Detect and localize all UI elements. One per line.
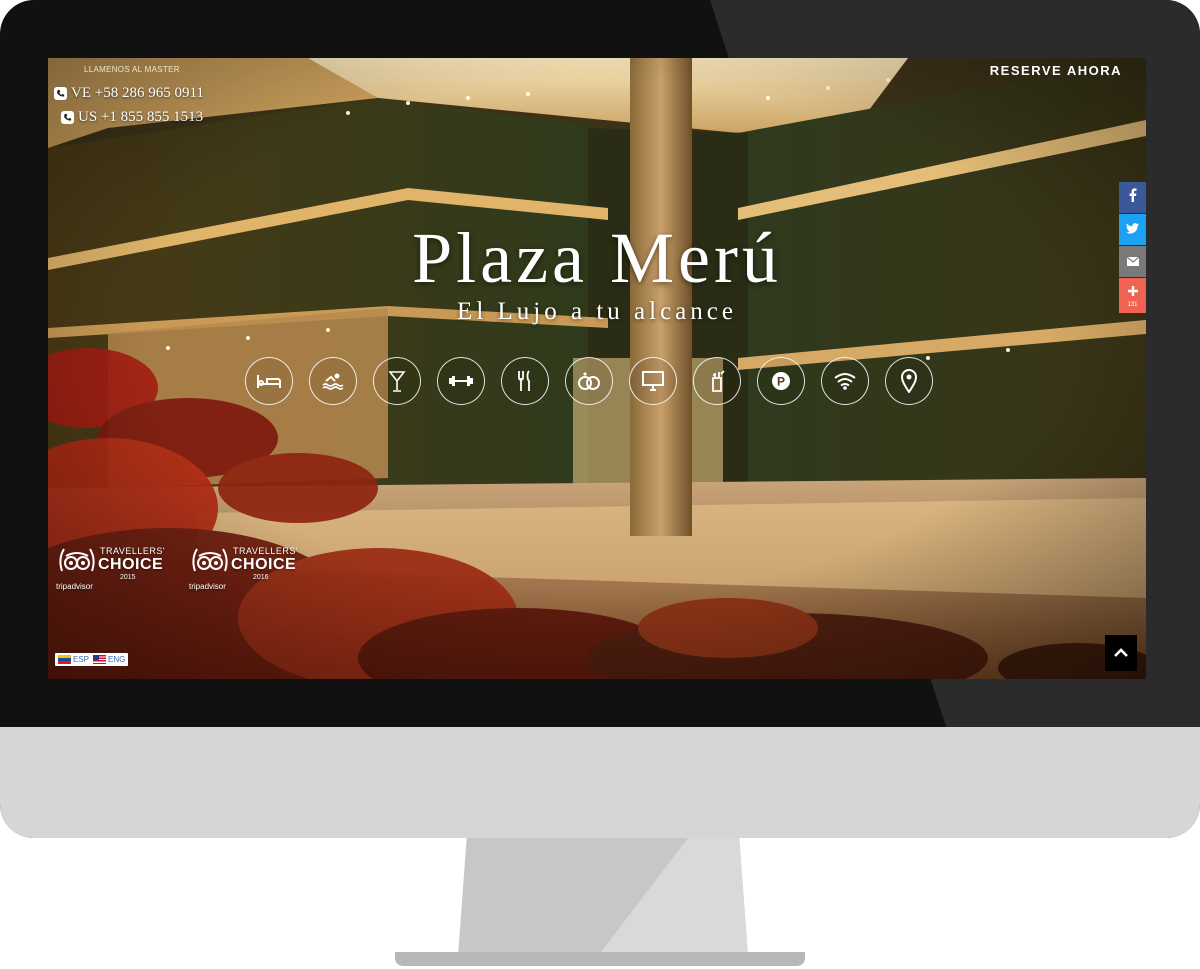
reserve-now-button[interactable]: RESERVE AHORA	[990, 63, 1122, 78]
computer-icon[interactable]	[629, 357, 677, 405]
wifi-icon[interactable]	[821, 357, 869, 405]
email-icon	[1126, 253, 1139, 271]
email-share-button[interactable]	[1119, 246, 1146, 277]
award-year: 2016	[253, 574, 269, 581]
award-line1: TRAVELLERS'	[233, 546, 299, 556]
tripadvisor-owl-icon	[192, 548, 228, 572]
phone-ve-text: VE +58 286 965 0911	[71, 85, 204, 101]
pool-icon[interactable]	[309, 357, 357, 405]
award-line2: CHOICE	[98, 556, 164, 573]
award-brand: tripadvisor	[56, 582, 93, 591]
facebook-share-button[interactable]	[1119, 182, 1146, 213]
phone-us-link[interactable]: US +1 855 855 1513	[61, 109, 203, 126]
language-eng[interactable]: ENG	[93, 655, 125, 664]
award-line1: TRAVELLERS'	[100, 546, 166, 556]
venezuela-flag-icon	[58, 655, 71, 664]
chevron-up-icon	[1114, 644, 1128, 662]
language-switcher: ESP ENG	[55, 653, 129, 666]
phone-icon	[54, 87, 67, 100]
language-eng-label: ENG	[108, 655, 126, 664]
website-screen: LLAMENOS AL MASTER VE +58 286 965 0911 U…	[48, 58, 1146, 679]
twitter-icon	[1126, 221, 1139, 239]
gym-icon[interactable]	[437, 357, 485, 405]
phone-ve-link[interactable]: VE +58 286 965 0911	[54, 85, 204, 102]
more-share-button[interactable]: 131	[1119, 278, 1146, 313]
hotel-title: Plaza Merú	[412, 218, 782, 298]
award-line2: CHOICE	[231, 556, 297, 573]
phone-us-text: US +1 855 855 1513	[78, 109, 204, 125]
award-year: 2015	[120, 574, 136, 581]
wedding-rings-icon[interactable]	[565, 357, 613, 405]
plus-icon	[1127, 283, 1138, 301]
svg-text:P: P	[777, 375, 785, 389]
hotel-tagline: El Lujo a tu alcance	[457, 298, 737, 325]
share-count: 131	[1127, 302, 1138, 308]
language-esp[interactable]: ESP	[58, 655, 89, 664]
imac-base	[395, 952, 805, 966]
location-pin-icon[interactable]	[885, 357, 933, 405]
language-esp-label: ESP	[73, 655, 90, 664]
cocktail-icon[interactable]	[373, 357, 421, 405]
parking-icon[interactable]: P	[757, 357, 805, 405]
imac-chin	[0, 727, 1200, 838]
tripadvisor-owl-icon	[59, 548, 95, 572]
usa-flag-icon	[93, 655, 107, 664]
imac-stand	[458, 838, 748, 956]
amenities-bar: P	[245, 357, 933, 405]
room-service-icon[interactable]	[693, 357, 741, 405]
back-to-top-button[interactable]	[1105, 635, 1137, 671]
bed-icon[interactable]	[245, 357, 293, 405]
twitter-share-button[interactable]	[1119, 214, 1146, 245]
call-us-label: LLAMENOS AL MASTER	[84, 65, 180, 74]
facebook-icon	[1129, 188, 1137, 207]
restaurant-icon[interactable]	[501, 357, 549, 405]
award-brand: tripadvisor	[189, 582, 226, 591]
social-share-bar: 131	[1119, 182, 1146, 313]
phone-icon	[61, 111, 74, 124]
